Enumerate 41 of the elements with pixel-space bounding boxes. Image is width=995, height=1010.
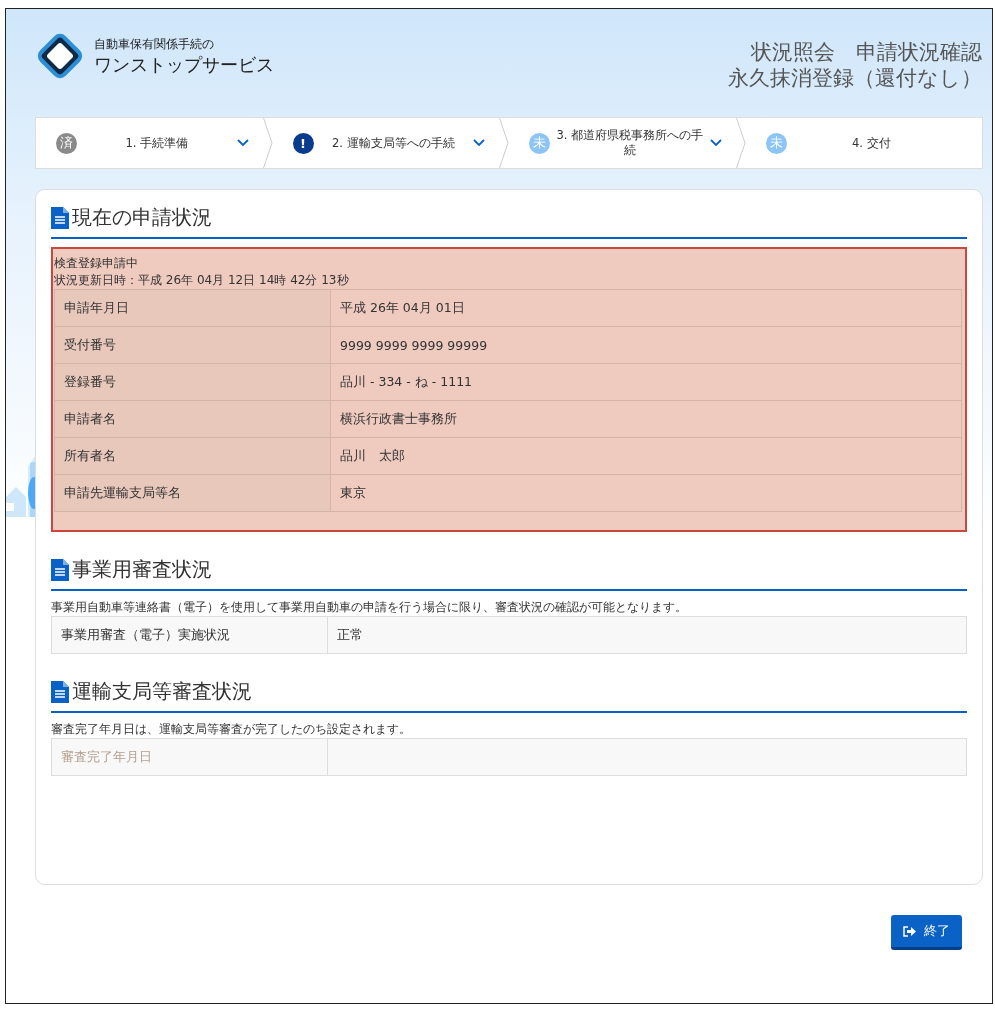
page-title: 状況照会 申請状況確認	[751, 39, 982, 65]
status-badge: !	[292, 132, 314, 154]
status-badge: 未	[529, 132, 550, 154]
step-tab[interactable]: 未 4. 交付	[745, 118, 982, 168]
field-label: 申請者名	[54, 400, 331, 438]
field-label: 審査完了年月日	[51, 738, 328, 776]
step-tab[interactable]: ! 2. 運輸支局等への手続	[272, 118, 499, 168]
document-icon	[51, 206, 69, 229]
section-title: 事業用審査状況	[72, 556, 212, 583]
status-badge: 未	[765, 132, 787, 154]
section-title: 現在の申請状況	[72, 204, 212, 231]
section-title: 運輸支局等審査状況	[72, 678, 252, 705]
field-label: 申請先運輸支局等名	[54, 474, 331, 512]
status-text: 状況更新日時：平成 26年 04月 12日 14時 42分 13秒	[53, 272, 350, 289]
field-value: 横浜行政書士事務所	[330, 400, 962, 438]
field-value: 正常	[327, 616, 967, 654]
field-label: 申請年月日	[54, 289, 331, 327]
page-title: 永久抹消登録（還付なし）	[728, 65, 982, 91]
field-value: 9999 9999 9999 99999	[330, 326, 962, 364]
step-tab[interactable]: 済 1. 手続準備	[36, 118, 263, 168]
field-value: 品川 太郎	[330, 437, 962, 475]
status-text: 検査登録申請中	[53, 255, 139, 272]
exit-button[interactable]: 終了	[891, 915, 962, 950]
step-separator	[499, 118, 509, 168]
status-badge: 済	[56, 132, 77, 154]
status-text: 事業用自動車等連絡書（電子）を使用して事業用自動車の申請を行う場合に限り、審査状況の確認が可能となります。	[51, 599, 688, 616]
field-label: 所有者名	[54, 437, 331, 475]
document-icon	[51, 680, 69, 703]
field-value: 東京	[330, 474, 962, 512]
document-icon	[51, 558, 69, 581]
exit-icon	[903, 925, 916, 937]
field-label: 受付番号	[54, 326, 331, 364]
logo-title: ワンストップサービス	[94, 52, 274, 77]
step-separator	[262, 118, 273, 168]
status-text: 審査完了年月日は、運輸支局等審査が完了したのち設定されます。	[51, 721, 412, 738]
field-value: 平成 26年 04月 01日	[330, 289, 962, 327]
field-label: 事業用審査（電子）実施状況	[51, 616, 328, 654]
field-label: 登録番号	[54, 363, 331, 401]
step-separator	[735, 118, 746, 168]
field-value: 品川 - 334 - ね - 1111	[330, 363, 962, 401]
logo-caption: 自動車保有関係手続の	[94, 35, 215, 53]
